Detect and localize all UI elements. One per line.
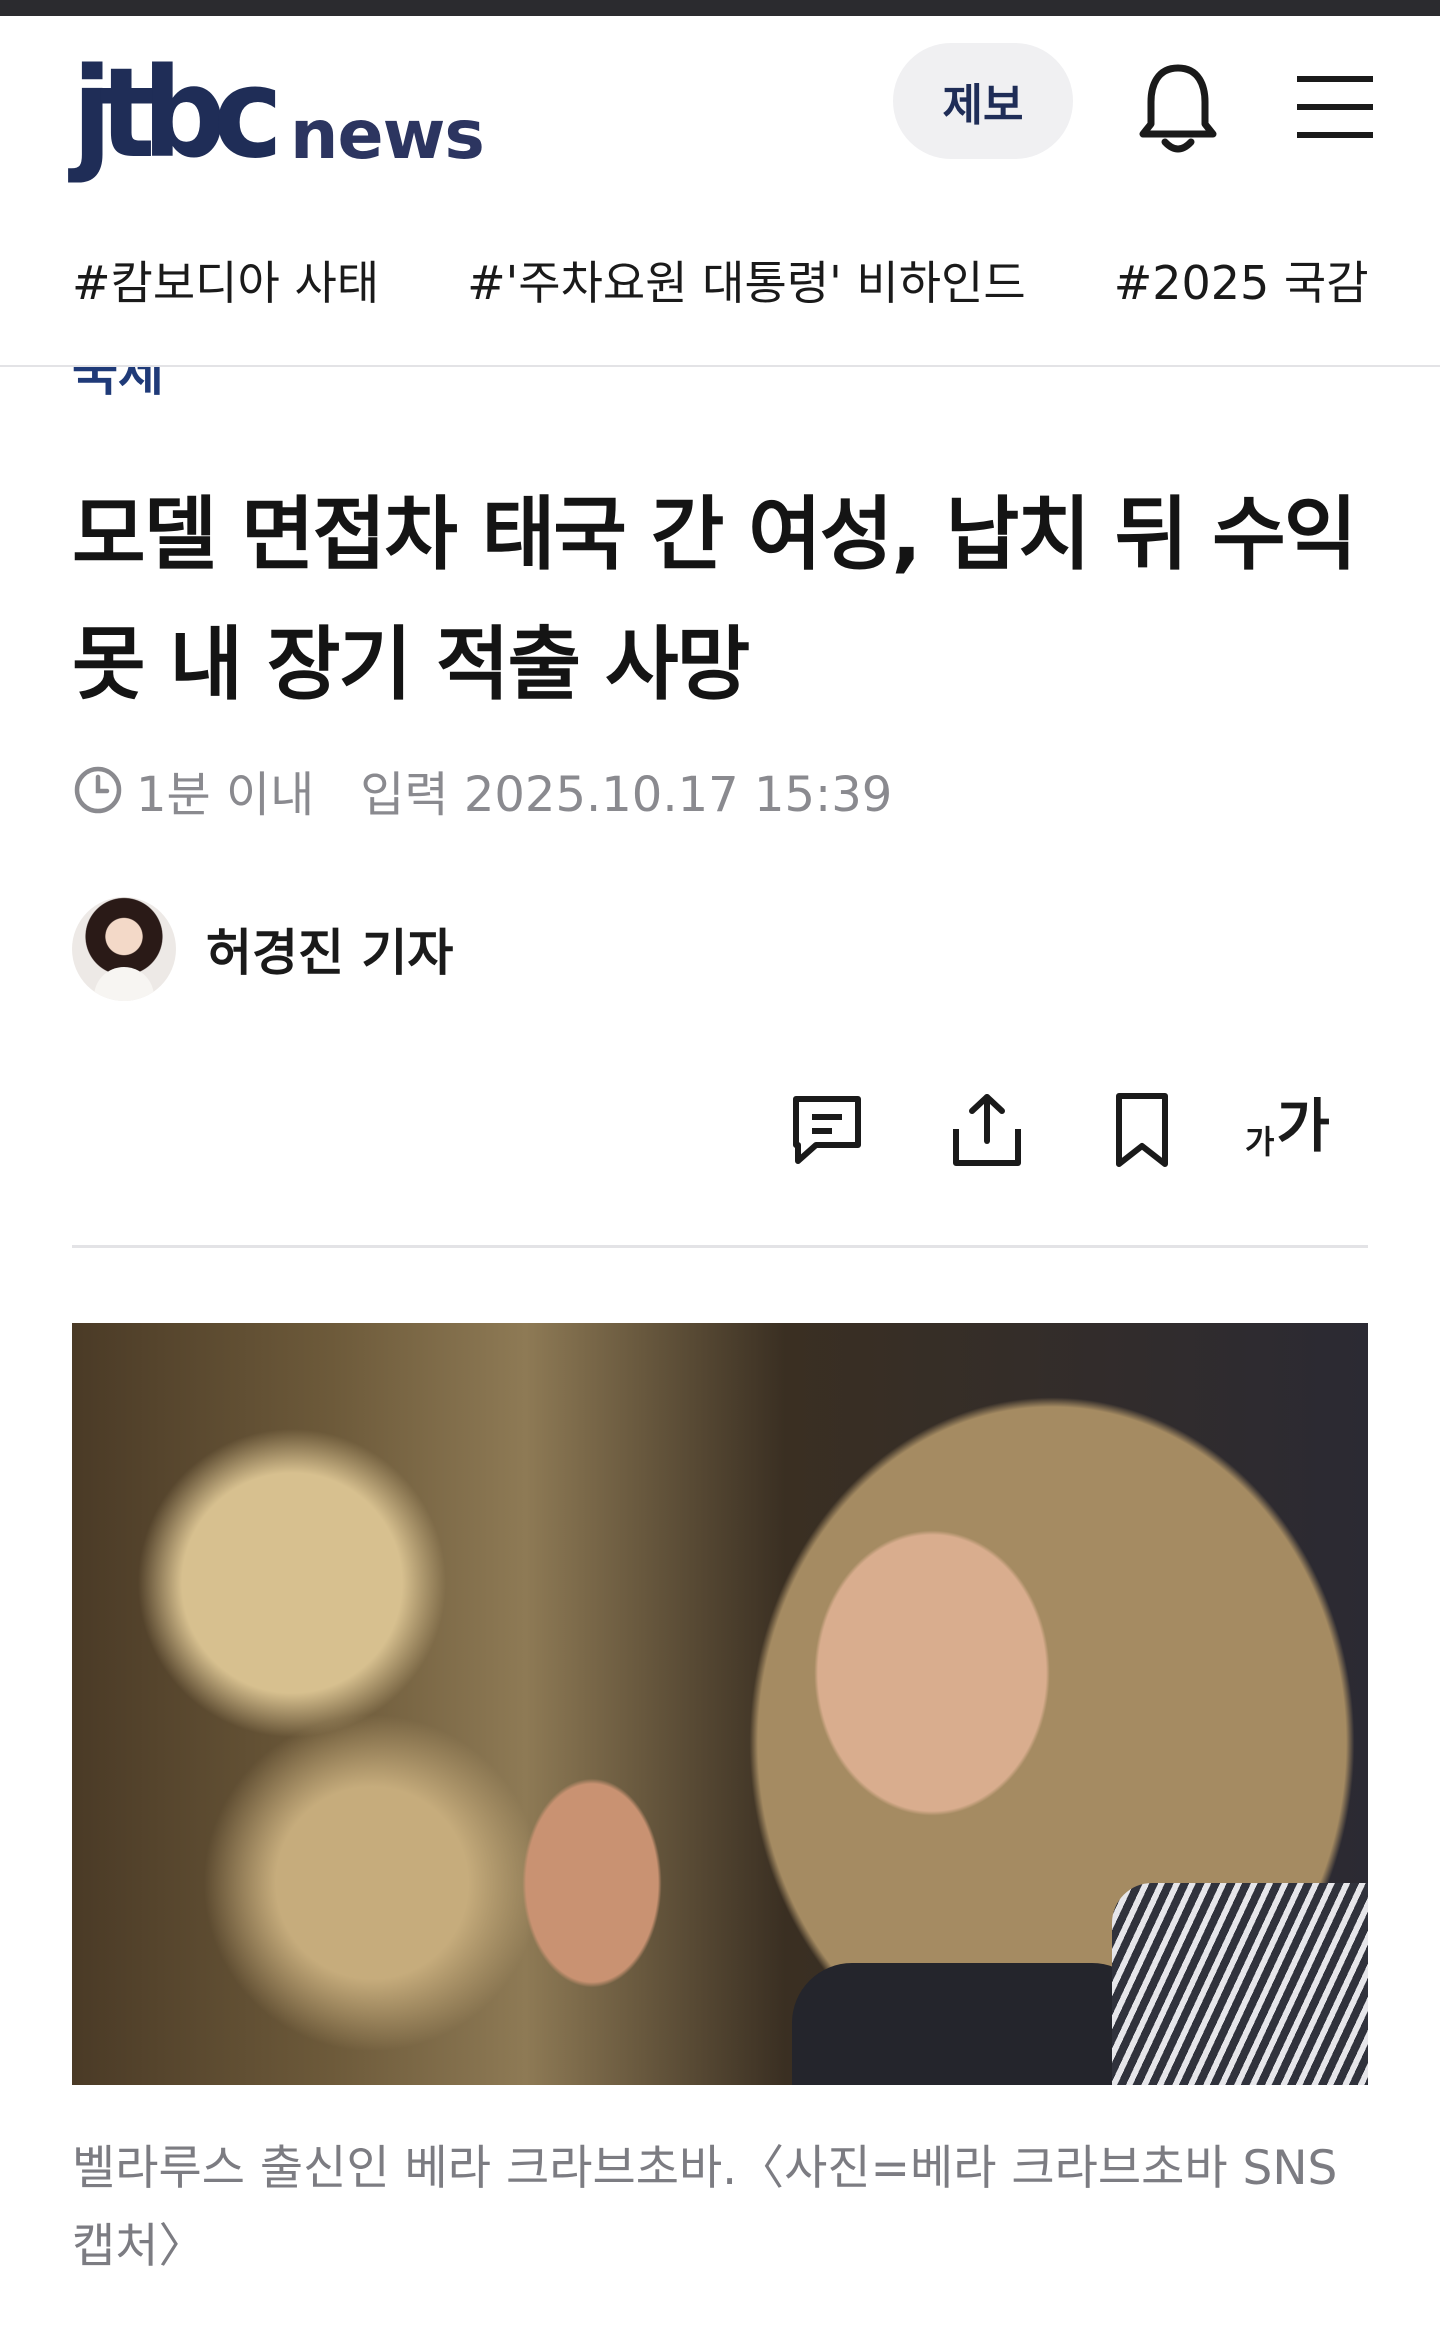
article-headline: 모델 면접차 태국 간 여성, 납치 뒤 수익 못 내 장기 적출 사망	[72, 488, 1357, 711]
trending-tag[interactable]: #캄보디아 사태	[72, 247, 379, 313]
trending-tag[interactable]: #'주차요원 대통령' 비하인드	[467, 247, 1026, 313]
header-divider	[0, 365, 1440, 367]
share-icon[interactable]	[942, 1085, 1032, 1175]
article-photo	[72, 1323, 1368, 2085]
bell-icon[interactable]	[1135, 58, 1221, 158]
trending-tag[interactable]: #2025 국감	[1114, 247, 1369, 313]
photo-caption: 벨라루스 출신인 베라 크라브초바.〈사진=베라 크라브초바 SNS 캡처〉	[72, 2141, 1338, 2274]
read-time: 1분 이내	[136, 767, 315, 823]
hamburger-menu-icon[interactable]	[1297, 72, 1377, 142]
content-divider	[72, 1245, 1368, 1248]
report-button[interactable]: 제보	[893, 43, 1073, 159]
published-date: 입력 2025.10.17 15:39	[360, 767, 893, 823]
reporter-name: 허경진 기자	[206, 924, 454, 982]
site-header: jtbc news 제보	[0, 16, 1440, 201]
jtbc-news-logo[interactable]: jtbc news	[72, 52, 485, 176]
clock-icon	[74, 766, 122, 814]
font-size-large-label: 가	[1276, 1092, 1330, 1160]
bookmark-icon[interactable]	[1097, 1085, 1187, 1175]
font-size-small-label: 가	[1245, 1123, 1275, 1161]
status-bar-strip	[0, 0, 1440, 16]
reporter-info[interactable]: 허경진 기자	[72, 897, 453, 1001]
article-meta: 1분 이내 입력 2025.10.17 15:39	[72, 760, 892, 823]
logo-jtbc-text: jtbc	[72, 42, 283, 186]
avatar	[72, 897, 176, 1001]
logo-news-text: news	[290, 96, 485, 175]
article-actions: 가 가	[0, 1085, 1440, 1175]
trending-tags-bar: #캄보디아 사태 #'주차요원 대통령' 비하인드 #2025 국감	[0, 230, 1440, 330]
comment-icon[interactable]	[782, 1085, 872, 1175]
section-label[interactable]: 국제	[72, 366, 164, 398]
font-size-button[interactable]: 가 가	[1245, 1085, 1330, 1175]
